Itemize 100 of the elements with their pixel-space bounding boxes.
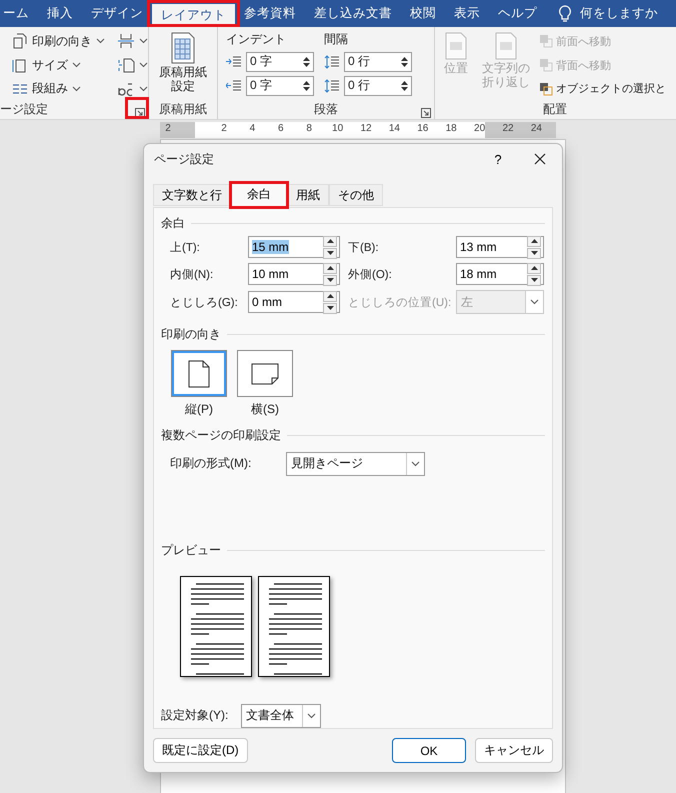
ruler-number: 8 <box>306 123 312 134</box>
dialog-launcher-icon[interactable] <box>135 108 145 118</box>
ruler-number: 4 <box>250 123 256 134</box>
field-label: 下(B): <box>348 240 379 254</box>
ribbon-tab[interactable]: ヘルプ <box>489 0 546 27</box>
ruler-number: 20 <box>474 123 486 134</box>
page-orientation-icon <box>12 33 28 50</box>
margin-spin-field[interactable]: 13 mm <box>456 236 544 258</box>
lightbulb-icon <box>558 4 572 22</box>
command-label: サイズ <box>32 56 68 74</box>
chevron-down-icon <box>72 62 81 68</box>
margin-spin-field[interactable]: 18 mm <box>456 263 544 285</box>
text-wrap-icon <box>494 32 518 60</box>
ribbon-tab[interactable]: 校閲 <box>401 0 445 27</box>
orientation-option[interactable] <box>237 350 293 398</box>
spin-down-icon[interactable] <box>326 278 334 282</box>
field-label: 設定対象(Y): <box>161 707 230 724</box>
ruler-number: 22 <box>502 123 514 134</box>
field-label: 印刷の形式(M): <box>170 455 252 472</box>
indent-field[interactable]: 0 字 <box>246 76 314 96</box>
manuscript-settings-button[interactable]: 原稿用紙設定 <box>155 31 211 99</box>
field-label: 内側(N): <box>170 268 214 282</box>
section-title: 余白 <box>161 215 185 232</box>
layer-icon <box>539 82 553 96</box>
chevron-down-icon <box>139 86 148 92</box>
field-label: とじしろ(G): <box>170 296 238 310</box>
ruler-number: 12 <box>360 123 372 134</box>
tell-me-field[interactable]: 何をしますか <box>580 5 658 22</box>
group-label: 原稿用紙 <box>159 100 207 118</box>
orientation-label: 横(S) <box>251 401 279 418</box>
indent-field[interactable]: 0 字 <box>246 52 314 72</box>
spin-up-icon[interactable] <box>303 80 310 84</box>
chevron-down-icon <box>72 86 81 92</box>
dialog-tab[interactable]: 用紙 <box>287 184 329 206</box>
spin-up-icon[interactable] <box>530 239 538 243</box>
spin-down-icon[interactable] <box>326 306 334 310</box>
chevron-down-icon <box>530 299 539 305</box>
position-icon <box>444 32 468 60</box>
spin-down-icon[interactable] <box>303 86 310 90</box>
ribbon-command[interactable]: オブジェクトの選択と <box>539 78 666 99</box>
ribbon-command[interactable]: 段組み <box>12 78 105 99</box>
ribbon-command[interactable]: 印刷の向き <box>12 31 105 52</box>
ribbon-tab[interactable]: 参考資料 <box>235 0 305 27</box>
spacing-icon <box>324 78 340 92</box>
layer-icon <box>539 58 553 72</box>
chevron-down-icon <box>411 460 420 467</box>
ribbon-command[interactable]: サイズ <box>12 54 105 76</box>
spin-up-icon[interactable] <box>326 266 334 270</box>
dialog-title: ページ設定 <box>154 150 215 168</box>
spin-up-icon[interactable] <box>401 56 408 60</box>
dialog-launcher-icon[interactable] <box>421 108 431 118</box>
spacing-field[interactable]: 0 行 <box>344 76 412 96</box>
spin-down-icon[interactable] <box>401 86 408 90</box>
chevron-down-icon <box>96 38 105 44</box>
help-button[interactable]: ? <box>486 150 510 168</box>
apply-to-dropdown[interactable]: 文書全体 <box>241 704 321 728</box>
ruler-number: 6 <box>278 123 284 134</box>
spin-up-icon[interactable] <box>303 56 310 60</box>
orientation-label: 縦(P) <box>185 401 213 418</box>
dialog-tab[interactable]: 文字数と行 <box>153 184 231 206</box>
group-label: 配置 <box>543 100 567 118</box>
spin-up-icon[interactable] <box>401 80 408 84</box>
spacing-label: 間隔 <box>324 31 349 48</box>
ribbon-tab[interactable]: デザイン <box>82 0 152 27</box>
indent-icon <box>226 80 242 92</box>
close-icon <box>534 153 546 165</box>
portrait-page-icon <box>188 360 210 388</box>
spin-down-icon[interactable] <box>303 62 310 66</box>
spacing-field[interactable]: 0 行 <box>344 52 412 72</box>
spin-up-icon[interactable] <box>326 239 334 243</box>
margin-spin-field[interactable]: 15 mm <box>248 236 340 258</box>
landscape-page-icon <box>251 362 279 385</box>
section-title: 印刷の向き <box>161 326 221 344</box>
spin-down-icon[interactable] <box>530 278 538 282</box>
chevron-down-icon <box>139 62 148 68</box>
ribbon-tab[interactable]: 差し込み文書 <box>305 0 401 27</box>
spin-up-icon[interactable] <box>326 294 334 298</box>
command-label: 印刷の向き <box>32 32 92 50</box>
group-label: ージ設定 <box>0 100 48 118</box>
margin-spin-field[interactable]: 0 mm <box>248 291 340 313</box>
hyphenation-icon <box>117 80 135 97</box>
spin-up-icon[interactable] <box>530 266 538 270</box>
ruler-number: 18 <box>446 123 457 134</box>
ribbon-tab[interactable]: 挿入 <box>38 0 82 27</box>
dialog-button[interactable]: OK <box>392 738 466 763</box>
group-label: 段落 <box>314 100 338 118</box>
dialog-button[interactable]: 既定に設定(D) <box>153 738 248 763</box>
dialog-button[interactable]: キャンセル <box>475 738 553 763</box>
orientation-option[interactable] <box>171 350 227 398</box>
indent-label: インデント <box>226 31 287 48</box>
spacing-icon <box>324 54 340 68</box>
spin-down-icon[interactable] <box>326 251 334 255</box>
spin-down-icon[interactable] <box>530 251 538 255</box>
field-label: 上(T): <box>170 240 200 254</box>
dialog-tab[interactable]: その他 <box>329 184 383 206</box>
print-format-dropdown[interactable]: 見開きページ <box>286 452 425 476</box>
spin-down-icon[interactable] <box>401 62 408 66</box>
ribbon-tab[interactable]: 表示 <box>445 0 489 27</box>
margin-spin-field[interactable]: 10 mm <box>248 263 340 285</box>
ribbon-tab[interactable]: ーム <box>0 0 38 27</box>
